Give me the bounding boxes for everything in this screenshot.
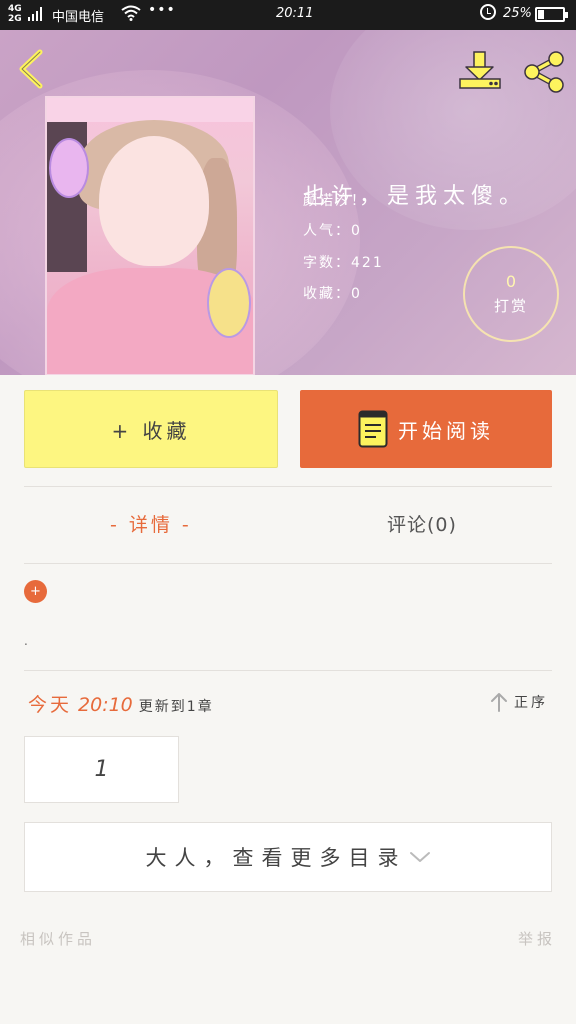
sort-order-label: 正序	[514, 695, 548, 711]
book-icon	[358, 410, 388, 448]
book-header: 也许，是我太傻。 颜诺汐！ 人气：0 字数：421 收藏：0 0 打赏	[0, 30, 576, 375]
start-reading-button[interactable]: 开始阅读	[300, 390, 552, 468]
add-favorite-button[interactable]: + 收藏	[24, 390, 278, 468]
sort-order-button[interactable]: 正序	[490, 692, 548, 712]
reward-label: 打赏	[493, 297, 528, 315]
reward-button[interactable]: 0 打赏	[463, 246, 559, 342]
wifi-icon	[121, 5, 141, 25]
divider	[24, 486, 552, 487]
clock: 20:11	[276, 6, 314, 21]
more-chapters-label: 大人，查看更多目录	[145, 846, 407, 870]
book-cover-image	[45, 96, 255, 375]
status-bar: 4G 2G 中国电信 ••• 20:11 25%	[0, 0, 576, 30]
tab-detail[interactable]: - 详情 -	[110, 510, 192, 537]
alarm-icon	[480, 4, 496, 20]
chevron-down-icon	[409, 852, 430, 862]
start-reading-label: 开始阅读	[398, 418, 494, 443]
share-button[interactable]	[522, 50, 566, 94]
more-notifications-icon: •••	[148, 2, 176, 18]
update-info: 今天 20:10 更新到1章	[28, 690, 214, 717]
divider	[24, 563, 552, 564]
back-button[interactable]	[14, 48, 48, 90]
battery-icon	[535, 7, 568, 22]
carrier-name: 中国电信	[52, 10, 105, 25]
expand-button[interactable]: +	[24, 580, 47, 603]
download-button[interactable]	[458, 50, 502, 90]
update-note: 更新到1章	[138, 699, 214, 715]
chapter-item[interactable]: 1	[24, 736, 179, 803]
signal-icon	[28, 7, 42, 21]
network-type: 4G 2G	[8, 4, 22, 24]
book-description: .	[24, 634, 28, 648]
download-icon	[459, 51, 501, 89]
report-button[interactable]: 举报	[518, 928, 556, 949]
update-day: 今天	[28, 694, 73, 716]
book-author[interactable]: 颜诺汐！	[303, 190, 367, 210]
book-word-count: 字数：421	[303, 255, 384, 271]
reward-count: 0	[505, 272, 517, 291]
battery-percent: 25%	[503, 6, 532, 21]
book-favorites: 收藏：0	[303, 286, 362, 302]
arrow-up-icon	[491, 693, 507, 712]
book-popularity: 人气：0	[303, 223, 362, 239]
tab-comments[interactable]: 评论(0)	[387, 510, 457, 537]
add-favorite-label: + 收藏	[111, 418, 191, 443]
more-chapters-button[interactable]: 大人，查看更多目录	[24, 822, 552, 892]
divider	[24, 670, 552, 671]
share-icon	[524, 51, 564, 93]
similar-works-heading: 相似作品	[20, 930, 97, 948]
update-time: 20:10	[78, 694, 133, 716]
back-arrow-icon	[19, 49, 43, 89]
